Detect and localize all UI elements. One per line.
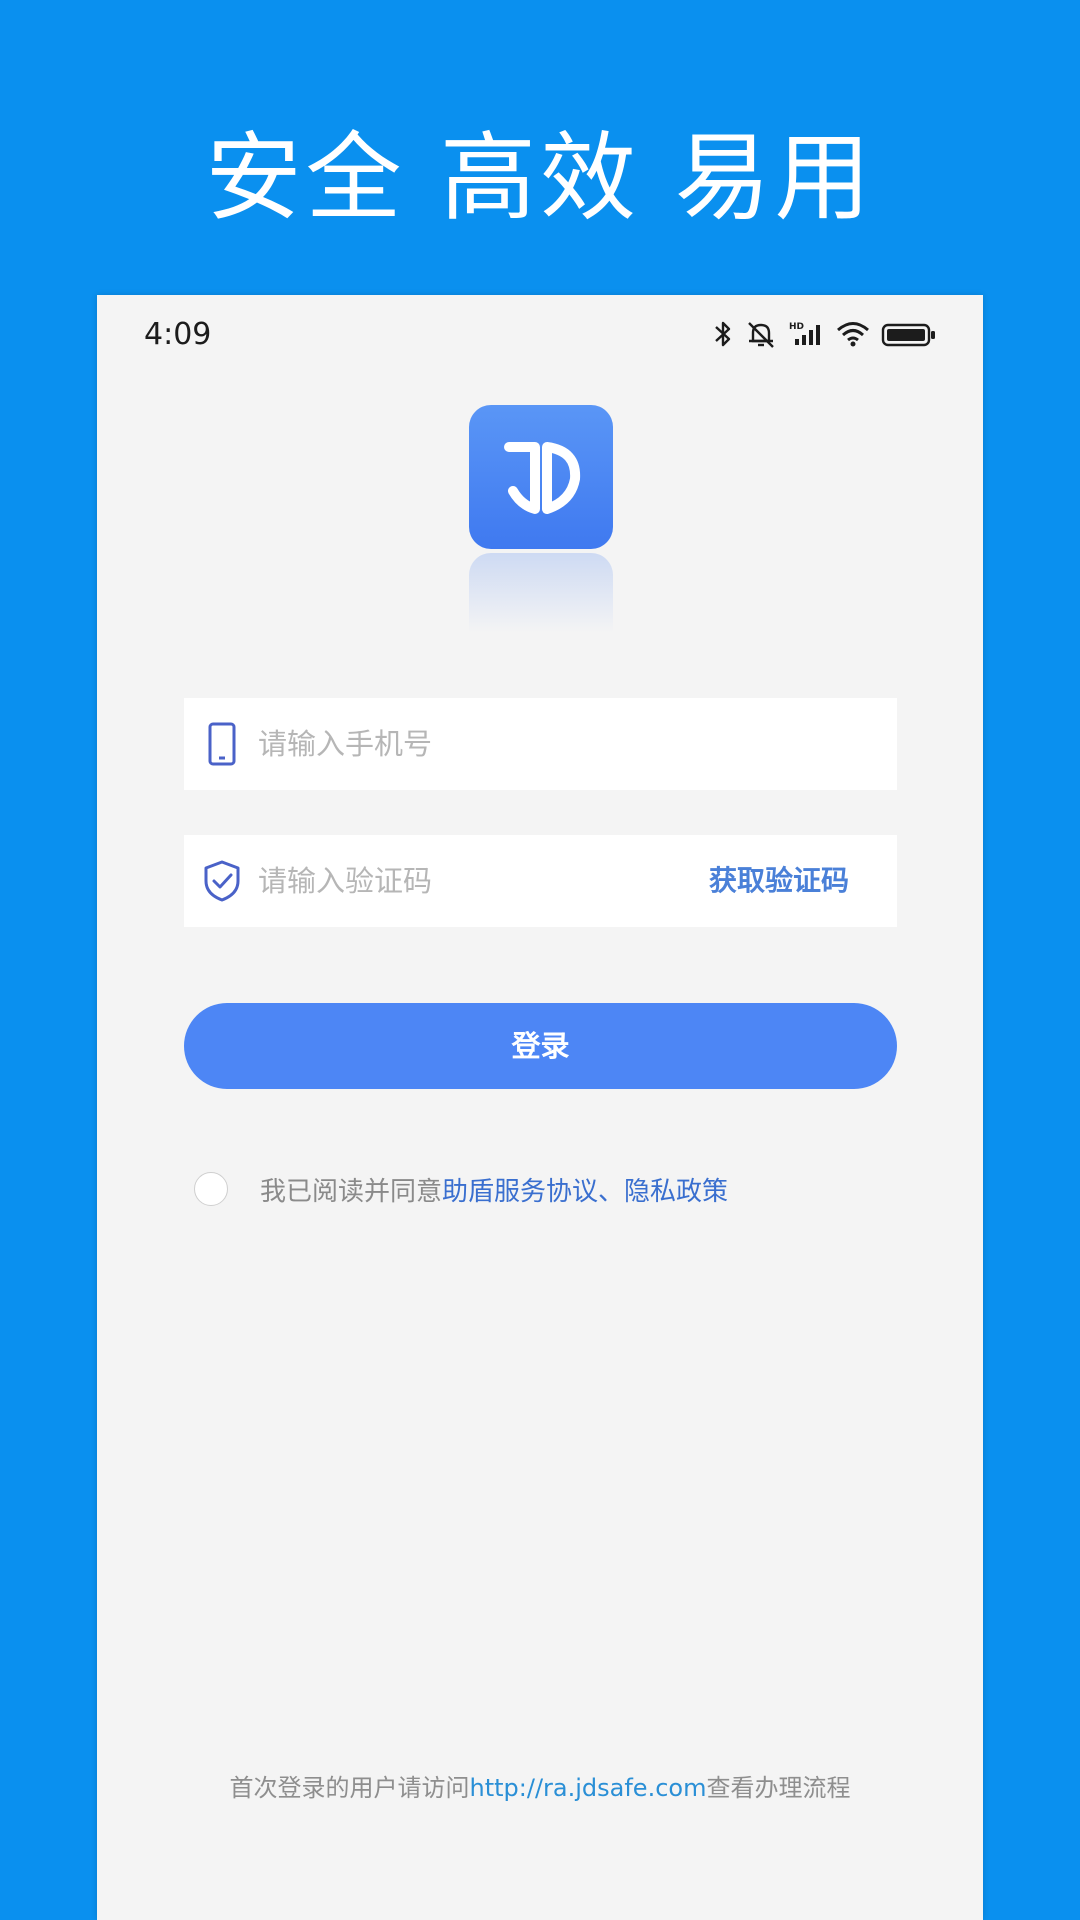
phone-icon: [200, 722, 244, 766]
mute-icon: [743, 319, 779, 349]
footer-suffix: 查看办理流程: [706, 1774, 851, 1802]
wifi-icon: [835, 319, 871, 349]
get-code-button[interactable]: 获取验证码: [709, 835, 849, 927]
agreement-separator: 、: [598, 1176, 625, 1207]
shield-check-icon: [200, 859, 244, 903]
bluetooth-icon: [713, 319, 733, 349]
banner-title: 安全 高效 易用: [205, 122, 875, 234]
shield-jd-logo-icon: [504, 442, 581, 514]
agreement-prefix: 我已阅读并同意: [260, 1176, 443, 1207]
signal-hd-icon: HD: [789, 319, 825, 349]
agreement-checkbox[interactable]: [194, 1172, 228, 1206]
service-agreement-link[interactable]: 助盾服务协议: [442, 1171, 598, 1208]
status-bar: 4:09 HD: [97, 295, 983, 375]
login-button[interactable]: 登录: [184, 1003, 897, 1089]
svg-text:HD: HD: [789, 322, 804, 332]
footer-url-link[interactable]: http://ra.jdsafe.com: [470, 1774, 707, 1802]
status-icons: HD: [713, 317, 937, 351]
app-logo: [469, 405, 613, 549]
code-input[interactable]: [254, 835, 678, 927]
phone-input[interactable]: [254, 698, 678, 790]
battery-icon: [881, 319, 937, 349]
footer-prefix: 首次登录的用户请访问: [229, 1774, 470, 1802]
code-field: 获取验证码: [184, 835, 897, 927]
logo-reflection: [469, 553, 613, 633]
privacy-policy-link[interactable]: 隐私政策: [624, 1171, 728, 1208]
status-time: 4:09: [144, 317, 212, 352]
phone-screen: 4:09 HD 请输入手机号 请输入验证码 获取验证码 登录 我已阅读并同意 助…: [97, 295, 983, 1920]
footer-note: 首次登录的用户请访问http://ra.jdsafe.com查看办理流程: [97, 1768, 983, 1803]
agreement-row: 我已阅读并同意 助盾服务协议、隐私政策: [194, 1169, 728, 1209]
phone-field: [184, 698, 897, 790]
